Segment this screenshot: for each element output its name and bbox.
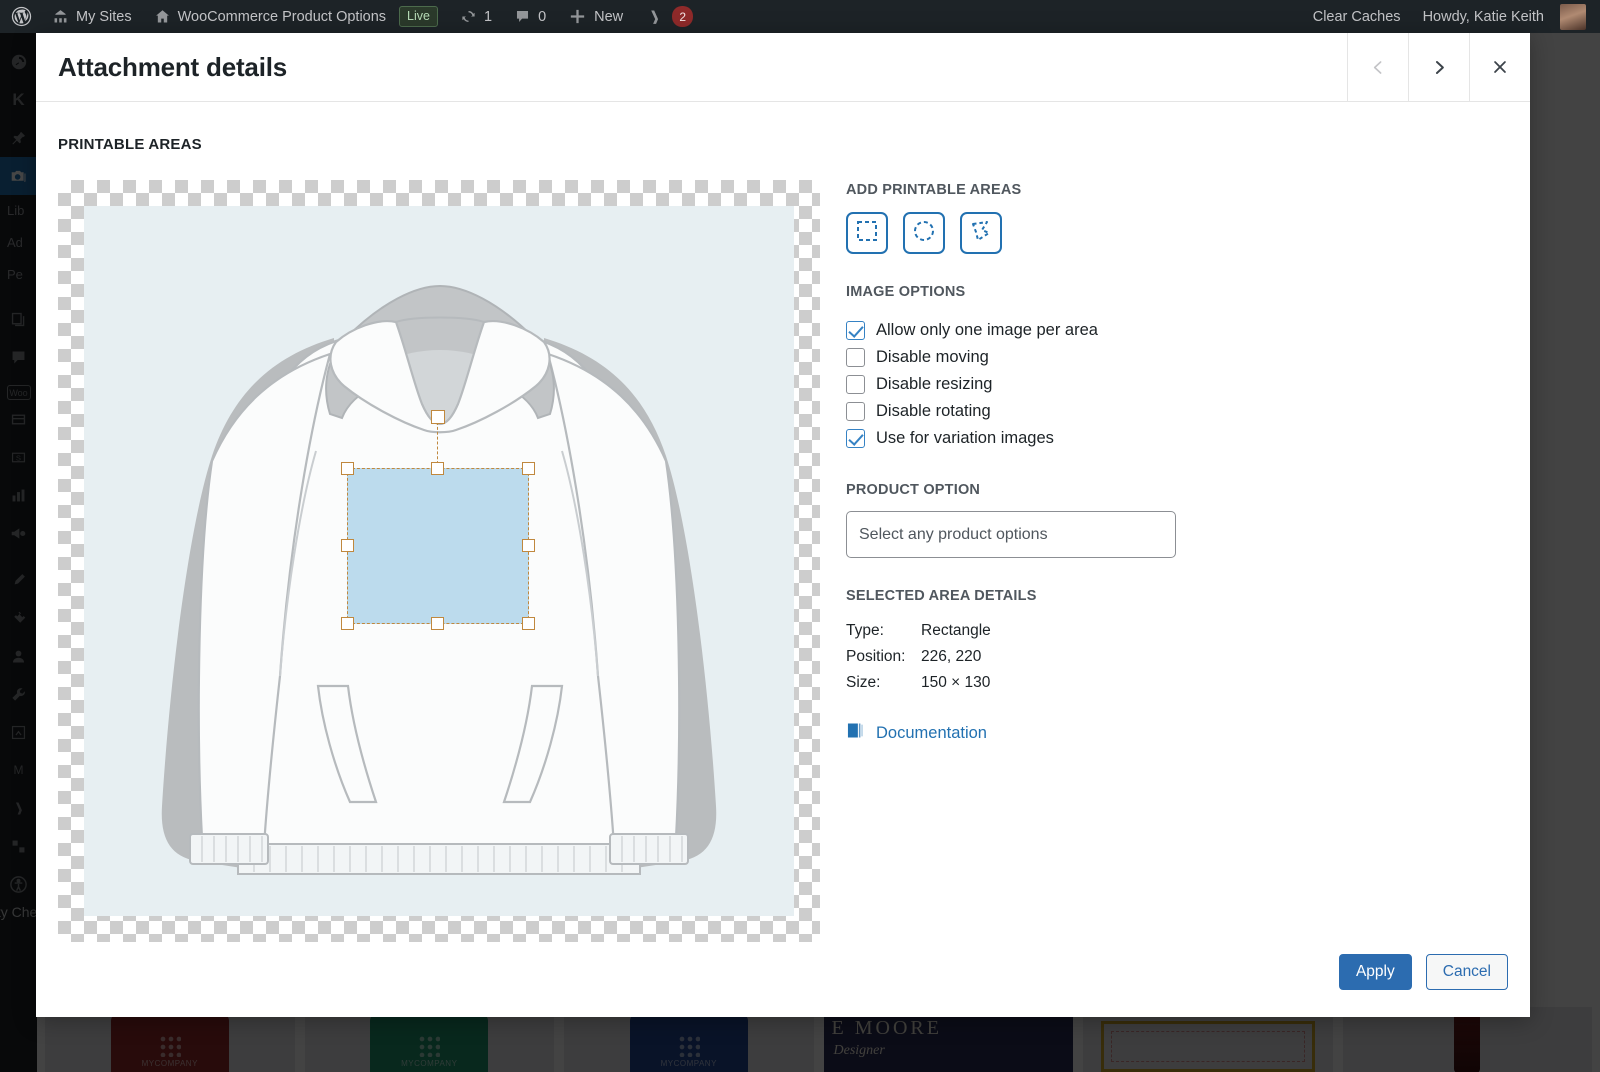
admin-bar-account[interactable]: Howdy, Katie Keith [1412, 0, 1600, 33]
polygon-shape-icon [969, 219, 993, 248]
admin-bar-comments[interactable]: 0 [503, 0, 557, 33]
product-option-placeholder: Select any product options [859, 526, 1048, 544]
updates-count: 1 [484, 9, 492, 25]
admin-bar-new[interactable]: New [557, 0, 634, 33]
resize-handle-n[interactable] [431, 462, 444, 475]
detail-value: 150 × 130 [921, 670, 990, 696]
option-label: Disable resizing [876, 375, 992, 394]
checkbox[interactable] [846, 402, 865, 421]
avatar [1560, 4, 1586, 30]
selected-area-details-heading: SELECTED AREA DETAILS [846, 588, 1176, 604]
add-polygon-area-button[interactable] [960, 212, 1002, 254]
page-title: Attachment details [36, 33, 1347, 101]
comment-icon [514, 8, 531, 25]
add-circle-area-button[interactable] [903, 212, 945, 254]
image-options-block: IMAGE OPTIONS Allow only one image per a… [846, 284, 1176, 452]
workspace: ADD PRINTABLE AREAS [58, 180, 1508, 942]
resize-handle-ne[interactable] [522, 462, 535, 475]
attachment-details-modal: Attachment details PRINTABLE AREAS [36, 33, 1530, 1017]
home-icon [154, 8, 171, 25]
admin-bar-my-sites[interactable]: My Sites [41, 0, 143, 33]
live-badge-label: Live [399, 6, 438, 27]
resize-handle-s[interactable] [431, 617, 444, 630]
wordpress-logo-icon[interactable] [0, 0, 41, 33]
admin-bar-site-name[interactable]: WooCommerce Product Options [143, 0, 397, 33]
detail-key: Type: [846, 618, 921, 644]
live-badge[interactable]: Live [397, 0, 449, 33]
detail-value: 226, 220 [921, 644, 981, 670]
option-label: Use for variation images [876, 429, 1054, 448]
sites-icon [52, 8, 69, 25]
admin-bar-right: Clear Caches Howdy, Katie Keith [1302, 0, 1600, 33]
site-name-label: WooCommerce Product Options [178, 9, 386, 25]
admin-bar-yoast[interactable]: 2 [634, 0, 704, 33]
side-panel: ADD PRINTABLE AREAS [846, 180, 1176, 942]
documentation-label: Documentation [876, 724, 987, 743]
printable-areas-heading: PRINTABLE AREAS [58, 136, 1508, 153]
add-rectangle-area-button[interactable] [846, 212, 888, 254]
product-option-block: PRODUCT OPTION Select any product option… [846, 482, 1176, 558]
selected-area-details: Type: Rectangle Position: 226, 220 Size:… [846, 618, 1176, 696]
resize-handle-se[interactable] [522, 617, 535, 630]
resize-handle-e[interactable] [522, 539, 535, 552]
resize-handle-nw[interactable] [341, 462, 354, 475]
book-icon [846, 722, 865, 744]
modal-body: PRINTABLE AREAS [36, 102, 1530, 1017]
wp-admin-bar: My Sites WooCommerce Product Options Liv… [0, 0, 1600, 33]
checkbox[interactable] [846, 321, 865, 340]
checkbox[interactable] [846, 348, 865, 367]
new-label: New [594, 9, 623, 25]
detail-position: Position: 226, 220 [846, 644, 1176, 670]
option-disable-moving[interactable]: Disable moving [846, 344, 1176, 371]
shape-buttons [846, 212, 1176, 254]
resize-handle-w[interactable] [341, 539, 354, 552]
checkbox[interactable] [846, 375, 865, 394]
plus-icon [568, 7, 587, 26]
option-label: Disable moving [876, 348, 989, 367]
add-printable-areas-heading: ADD PRINTABLE AREAS [846, 182, 1176, 198]
product-option-select[interactable]: Select any product options [846, 511, 1176, 558]
next-attachment-button[interactable] [1408, 33, 1469, 101]
option-disable-resizing[interactable]: Disable resizing [846, 371, 1176, 398]
option-disable-rotating[interactable]: Disable rotating [846, 398, 1176, 425]
option-label: Disable rotating [876, 402, 991, 421]
howdy-label: Howdy, Katie Keith [1423, 9, 1544, 25]
yoast-count-badge: 2 [672, 6, 693, 27]
option-label: Allow only one image per area [876, 321, 1098, 340]
image-options-heading: IMAGE OPTIONS [846, 284, 1176, 300]
clear-caches-label: Clear Caches [1313, 9, 1401, 25]
detail-size: Size: 150 × 130 [846, 670, 1176, 696]
product-option-heading: PRODUCT OPTION [846, 482, 1176, 498]
resize-handle-sw[interactable] [341, 617, 354, 630]
checkbox[interactable] [846, 429, 865, 448]
image-canvas[interactable] [58, 180, 820, 942]
previous-attachment-button[interactable] [1347, 33, 1408, 101]
comments-count: 0 [538, 9, 546, 25]
admin-bar-updates[interactable]: 1 [449, 0, 503, 33]
rectangle-shape-icon [855, 219, 879, 248]
apply-button[interactable]: Apply [1339, 954, 1412, 990]
option-allow-only-one-image[interactable]: Allow only one image per area [846, 317, 1176, 344]
circle-shape-icon [912, 219, 936, 248]
my-sites-label: My Sites [76, 9, 132, 25]
yoast-icon [645, 8, 663, 26]
modal-header: Attachment details [36, 33, 1530, 102]
detail-key: Size: [846, 670, 921, 696]
cancel-button[interactable]: Cancel [1426, 954, 1508, 990]
printable-area-selection[interactable] [347, 468, 529, 624]
detail-value: Rectangle [921, 618, 991, 644]
modal-footer: Apply Cancel [1339, 954, 1508, 990]
selected-area-details-block: SELECTED AREA DETAILS Type: Rectangle Po… [846, 588, 1176, 696]
documentation-link[interactable]: Documentation [846, 722, 1176, 744]
option-use-for-variation-images[interactable]: Use for variation images [846, 425, 1176, 452]
updates-icon [460, 8, 477, 25]
detail-key: Position: [846, 644, 921, 670]
detail-type: Type: Rectangle [846, 618, 1176, 644]
close-modal-button[interactable] [1469, 33, 1530, 101]
rotate-handle[interactable] [431, 410, 445, 424]
image-options-list: Allow only one image per area Disable mo… [846, 317, 1176, 452]
admin-bar-clear-caches[interactable]: Clear Caches [1302, 0, 1412, 33]
